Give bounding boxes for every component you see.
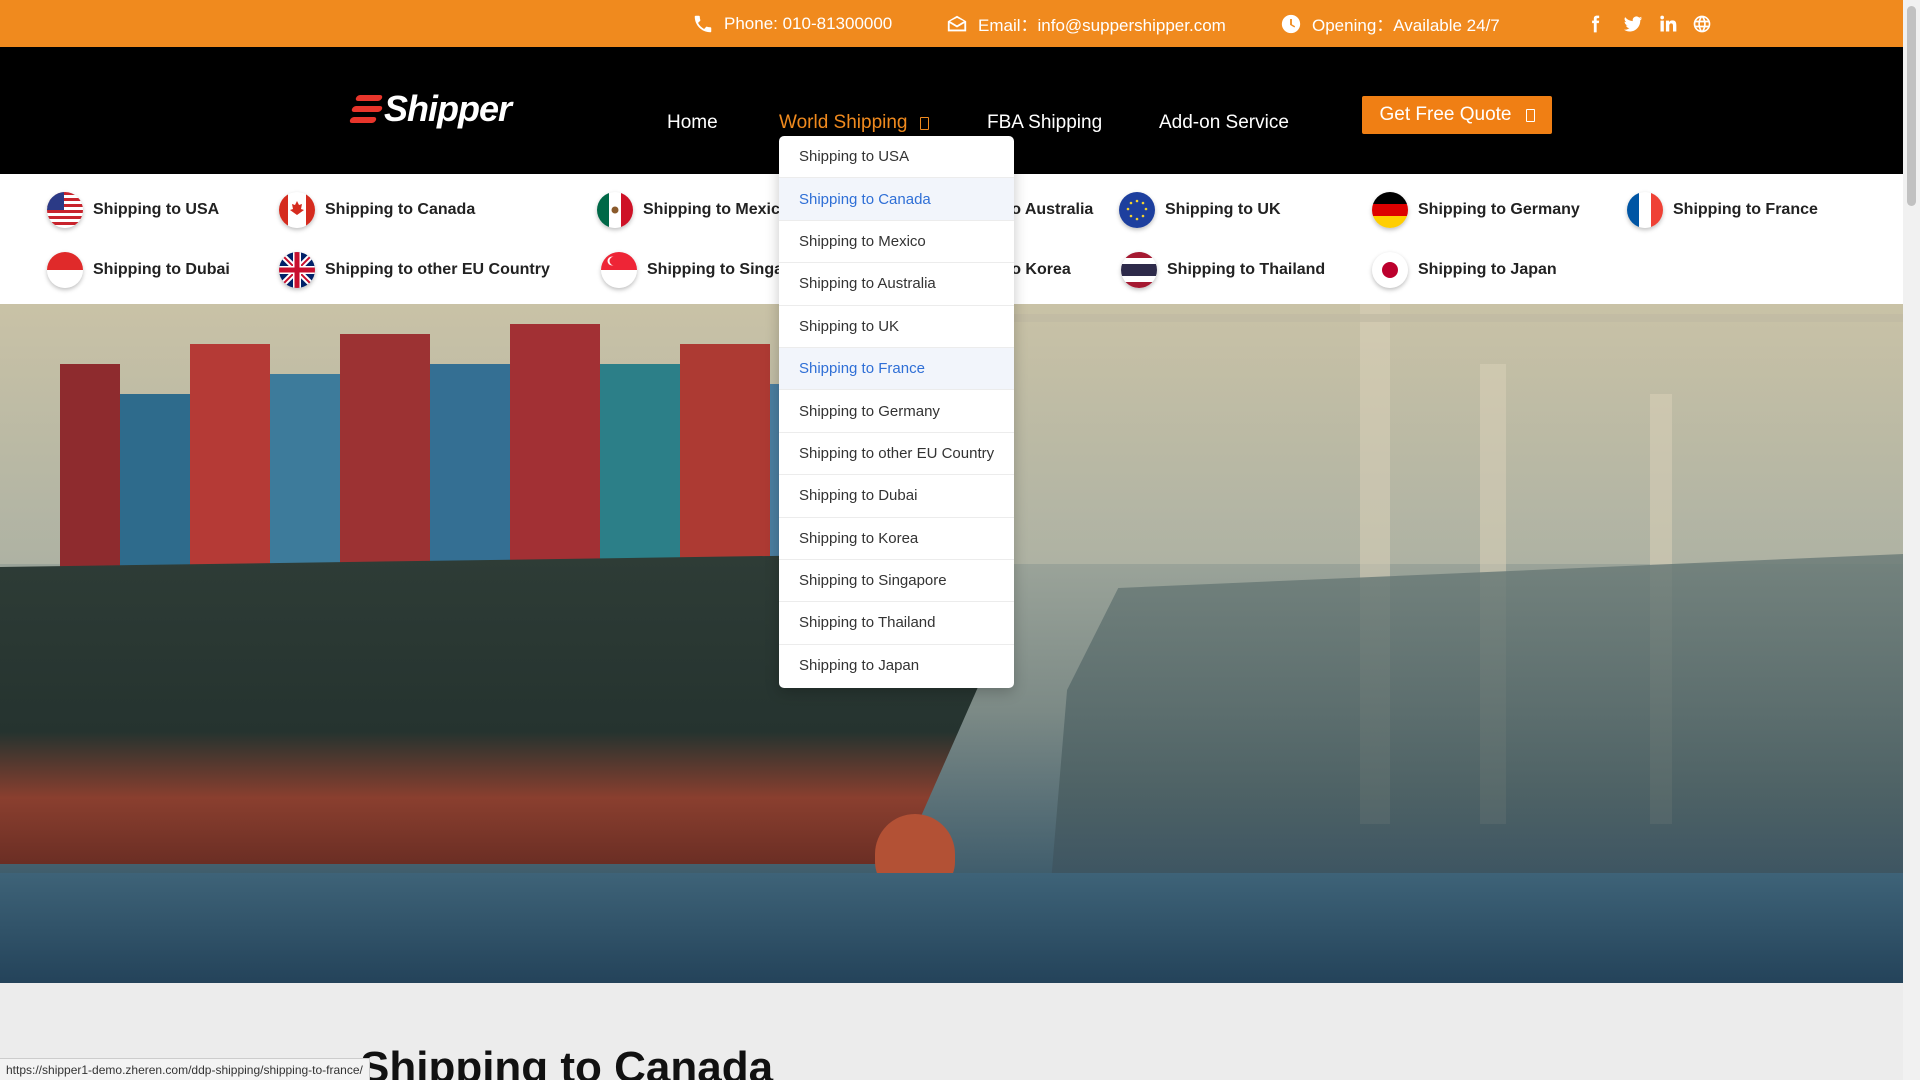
opening-info: Opening：Available 24/7 — [1280, 0, 1500, 47]
facebook-icon[interactable] — [1583, 12, 1607, 36]
dropdown-item-canada[interactable]: Shipping to Canada — [779, 178, 1014, 221]
thailand-flag-icon — [1121, 252, 1157, 288]
country-label: Shipping to USA — [93, 201, 220, 218]
country-link-japan[interactable]: Shipping to Japan — [1372, 252, 1557, 288]
dropdown-caret-icon — [919, 116, 929, 130]
country-link-germany[interactable]: Shipping to Germany — [1372, 192, 1580, 228]
country-link-canada[interactable]: Shipping to Canada — [279, 192, 475, 228]
nav-home[interactable]: Home — [667, 109, 718, 137]
dubai-flag-icon — [47, 252, 83, 288]
country-label: Shipping to UK — [1165, 201, 1281, 218]
country-label: Shipping to Canada — [325, 201, 476, 218]
section-title: Shipping to Canada — [360, 1043, 774, 1080]
phone-text: Phone: 010-81300000 — [724, 13, 893, 33]
country-label: Shipping to Japan — [1418, 261, 1557, 278]
nav-fba-shipping-label: FBA Shipping — [987, 112, 1103, 133]
nav-home-label: Home — [667, 112, 718, 133]
arrow-icon — [1525, 108, 1535, 122]
dropdown-item-australia[interactable]: Shipping to Australia — [779, 263, 1014, 306]
country-label: Shipping to Dubai — [93, 261, 230, 278]
country-label: Shipping to Thailand — [1167, 261, 1326, 278]
country-link-france[interactable]: Shipping to France — [1627, 192, 1818, 228]
top-info-bar: Phone: 010-81300000 Email：info@suppershi… — [0, 0, 1903, 47]
france-flag-icon — [1627, 192, 1663, 228]
globe-icon[interactable] — [1690, 12, 1714, 36]
mail-icon — [947, 15, 967, 31]
nav-world-shipping-label: World Shipping — [779, 112, 908, 133]
crane-beam — [1000, 314, 1903, 322]
dropdown-item-japan[interactable]: Shipping to Japan — [779, 645, 1014, 687]
nav-world-shipping[interactable]: World Shipping — [779, 109, 929, 137]
email-text: Email：info@suppershipper.com — [978, 16, 1226, 35]
dropdown-item-france[interactable]: Shipping to France — [779, 347, 1014, 391]
logo-text: Shipper — [384, 88, 512, 129]
page-scrollbar[interactable] — [1903, 0, 1920, 1080]
email-info[interactable]: Email：info@suppershipper.com — [946, 0, 1226, 47]
status-bar-url: https://shipper1-demo.zheren.com/ddp-shi… — [0, 1058, 370, 1080]
country-label: Shipping to Mexico — [643, 201, 790, 218]
container-stack — [510, 324, 600, 594]
country-link-mexico[interactable]: Shipping to Mexico — [597, 192, 790, 228]
scrollbar-thumb[interactable] — [1907, 6, 1916, 206]
dropdown-item-mexico[interactable]: Shipping to Mexico — [779, 221, 1014, 264]
twitter-icon[interactable] — [1621, 12, 1645, 36]
get-free-quote-button[interactable]: Get Free Quote — [1362, 96, 1552, 134]
dropdown-item-singapore[interactable]: Shipping to Singapore — [779, 560, 1014, 603]
uk-flag-icon — [279, 252, 315, 288]
nav-addon-service[interactable]: Add-on Service — [1159, 109, 1289, 137]
dropdown-item-germany[interactable]: Shipping to Germany — [779, 390, 1014, 433]
world-shipping-dropdown: Shipping to USA Shipping to Canada Shipp… — [779, 136, 1014, 688]
phone-info[interactable]: Phone: 010-81300000 — [692, 0, 892, 47]
us-flag-icon — [47, 192, 83, 228]
dropdown-item-usa[interactable]: Shipping to USA — [779, 136, 1014, 179]
country-link-usa[interactable]: Shipping to USA — [47, 192, 219, 228]
container-stack — [60, 364, 120, 594]
country-link-other-eu[interactable]: Shipping to other EU Country — [279, 252, 550, 288]
shipper-logo[interactable]: Shipper — [348, 88, 512, 130]
hero-water — [0, 873, 1903, 983]
container-stack — [270, 374, 340, 594]
container-stack — [340, 334, 430, 594]
container-stack — [430, 364, 510, 594]
country-label: Shipping to Germany — [1418, 201, 1580, 218]
singapore-flag-icon — [601, 252, 637, 288]
country-link-uk[interactable]: Shipping to UK — [1119, 192, 1281, 228]
container-stack — [190, 344, 270, 594]
country-label: Shipping to France — [1673, 201, 1818, 218]
quote-label: Get Free Quote — [1379, 104, 1512, 125]
country-label: Shipping to other EU Country — [325, 261, 550, 278]
second-ship-hull — [1050, 554, 1903, 894]
phone-icon — [694, 15, 712, 32]
dropdown-item-other-eu[interactable]: Shipping to other EU Country — [779, 433, 1014, 476]
dropdown-item-dubai[interactable]: Shipping to Dubai — [779, 475, 1014, 518]
nav-addon-service-label: Add-on Service — [1159, 112, 1289, 133]
container-stack — [120, 394, 190, 594]
opening-text: Opening：Available 24/7 — [1312, 16, 1500, 35]
eu-flag-icon — [1119, 192, 1155, 228]
germany-flag-icon — [1372, 192, 1408, 228]
japan-flag-icon — [1372, 252, 1408, 288]
clock-icon — [1281, 14, 1301, 33]
dropdown-item-uk[interactable]: Shipping to UK — [779, 306, 1014, 348]
dropdown-item-thailand[interactable]: Shipping to Thailand — [779, 602, 1014, 645]
country-link-thailand[interactable]: Shipping to Thailand — [1121, 252, 1325, 288]
dropdown-item-korea[interactable]: Shipping to Korea — [779, 518, 1014, 560]
linkedin-icon[interactable] — [1656, 12, 1680, 36]
country-link-dubai[interactable]: Shipping to Dubai — [47, 252, 230, 288]
nav-fba-shipping[interactable]: FBA Shipping — [987, 109, 1102, 137]
canada-flag-icon — [279, 192, 315, 228]
logo-mark-icon — [348, 92, 384, 126]
mexico-flag-icon — [597, 192, 633, 228]
